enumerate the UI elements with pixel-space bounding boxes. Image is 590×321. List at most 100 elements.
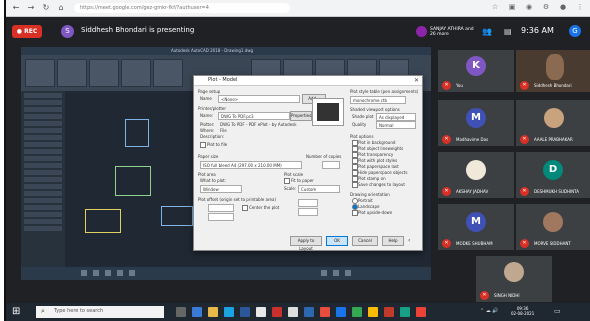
copies-input[interactable]: [322, 161, 340, 169]
participants-pill[interactable]: SANJAY ATHIRA and 26 more: [416, 26, 474, 37]
extension-icon[interactable]: ⚙: [542, 3, 550, 11]
avatar: K: [466, 56, 486, 76]
scale-value: Custom: [301, 187, 317, 192]
what-to-plot-value: Window: [203, 187, 219, 192]
search-icon: ⌕: [41, 307, 45, 315]
app-icon[interactable]: [256, 307, 266, 317]
ribbon-group[interactable]: [89, 59, 119, 87]
address-bar[interactable]: https://meet.google.com/gez-gmkr-fkf/?au…: [74, 3, 290, 13]
participant-tile[interactable]: ✕ AAALE PRABHAKAR: [516, 100, 590, 146]
reload-icon[interactable]: ↻: [41, 3, 51, 13]
offset-x-input[interactable]: [208, 204, 234, 212]
participant-tile[interactable]: M ✕ Madhavime Das: [438, 100, 514, 146]
bookmark-icon[interactable]: ☆: [491, 3, 499, 11]
home-icon[interactable]: ⌂: [56, 3, 66, 13]
ribbon-group[interactable]: [121, 59, 151, 87]
scale-units-input[interactable]: [298, 199, 318, 207]
participant-tile[interactable]: ✕ SINGH NIDHI: [476, 256, 552, 302]
app-icon[interactable]: [288, 307, 298, 317]
chrome-icon[interactable]: [368, 307, 378, 317]
avatar: D: [543, 160, 563, 180]
cancel-button[interactable]: Cancel: [352, 236, 378, 246]
extension-icon[interactable]: ◉: [525, 3, 533, 11]
task-view-icon[interactable]: [176, 307, 186, 317]
app-icon[interactable]: [224, 307, 234, 317]
app-icon[interactable]: [192, 307, 202, 317]
quality-select[interactable]: Normal: [376, 121, 416, 129]
help-button[interactable]: Help: [382, 236, 404, 246]
page-setup-label: Page setup: [198, 89, 221, 94]
shaded-viewport-label: Shaded viewport options: [350, 107, 400, 112]
avatar: [544, 108, 564, 128]
app-icon[interactable]: [240, 307, 250, 317]
app-icon[interactable]: [400, 307, 410, 317]
plot-to-file-checkbox[interactable]: [200, 142, 206, 148]
participant-tile[interactable]: ✕ MORVE SIDDHANT: [516, 204, 590, 250]
participant-tile[interactable]: ✕ Siddhesh Bhondari: [516, 50, 590, 92]
chat-icon[interactable]: ▤: [504, 27, 512, 36]
self-avatar[interactable]: G: [569, 25, 581, 37]
paper-size-select[interactable]: ISO full bleed A4 (297.00 x 210.00 MM): [200, 161, 302, 169]
option-label: Plot object lineweights: [358, 146, 404, 151]
people-icon[interactable]: 👥: [482, 27, 492, 36]
menu-icon[interactable]: ⋮: [576, 3, 584, 11]
app-icon[interactable]: [384, 307, 394, 317]
meeting-clock: 9:36 AM: [521, 26, 554, 35]
scale-units-input[interactable]: [298, 208, 318, 216]
collapse-icon[interactable]: ‹: [408, 237, 410, 244]
ribbon-group[interactable]: [153, 59, 183, 87]
center-plot-checkbox[interactable]: [242, 205, 248, 211]
page-setup-select[interactable]: <None>: [218, 95, 300, 103]
app-icon[interactable]: [416, 307, 426, 317]
app-icon[interactable]: [304, 307, 314, 317]
app-icon[interactable]: [336, 307, 346, 317]
extension-icon[interactable]: ▣: [508, 3, 516, 11]
apply-to-layout-button[interactable]: Apply to Layout: [290, 236, 322, 251]
taskbar-search[interactable]: ⌕ Type here to search: [36, 306, 164, 318]
what-to-plot-select[interactable]: Window: [200, 185, 242, 193]
properties-button[interactable]: Properties...: [290, 111, 315, 121]
forward-icon[interactable]: →: [26, 3, 36, 13]
back-icon[interactable]: ←: [11, 3, 21, 13]
ok-button[interactable]: OK: [326, 236, 348, 246]
mic-off-icon: ✕: [442, 81, 451, 90]
tray-clock[interactable]: 09:36 02-08-2021: [511, 306, 534, 316]
autocad-icon[interactable]: [272, 307, 282, 317]
shade-plot-select[interactable]: As displayed: [376, 113, 416, 121]
app-icon[interactable]: [352, 307, 362, 317]
tray-date: 02-08-2021: [511, 311, 535, 316]
notification-icon[interactable]: ▭: [554, 307, 561, 315]
participant-tile[interactable]: M ✕ MODKE SHUBHAM: [438, 204, 514, 250]
printer-select[interactable]: DWG To PDF.pc3: [218, 112, 290, 120]
cad-title-bar: Autodesk AutoCAD 2018 - Drawing1.dwg: [21, 47, 431, 55]
ribbon-group[interactable]: [57, 59, 87, 87]
plot-style-label: Plot style table (pen assignments): [350, 89, 419, 94]
scale-select[interactable]: Custom: [298, 185, 340, 193]
tray-icons[interactable]: ⌃ ☁ 🔊: [480, 308, 499, 314]
windows-start-icon[interactable]: ⊞: [12, 307, 22, 317]
plot-style-select[interactable]: monochrome.ctb: [350, 96, 406, 104]
copies-label: Number of copies: [306, 154, 342, 159]
participant-tile[interactable]: K ✕ You: [438, 50, 514, 92]
offset-y-input[interactable]: [208, 213, 234, 221]
participant-tile[interactable]: ✕ AKSHAY JADHAV: [438, 152, 514, 198]
file-explorer-icon[interactable]: [208, 307, 218, 317]
mic-off-icon: ✕: [442, 239, 451, 248]
cad-window-title: Autodesk AutoCAD 2018 - Drawing1.dwg: [171, 48, 254, 53]
drawing-plan: [115, 166, 151, 196]
fit-to-paper-checkbox[interactable]: [284, 178, 290, 184]
participant-tile[interactable]: D ✕ DESHMUKH SUDHINTA: [516, 152, 590, 198]
plot-area-label: Plot area: [198, 172, 216, 177]
profile-icon[interactable]: ●: [559, 3, 567, 11]
avatar: [466, 160, 486, 180]
avatar: [543, 212, 563, 232]
what-to-plot-label: What to plot:: [200, 178, 227, 183]
printer-value: DWG To PDF.pc3: [221, 114, 254, 119]
description-label: Description:: [200, 134, 225, 139]
mic-off-icon: ✕: [442, 187, 451, 196]
center-plot-label: Center the plot: [249, 205, 280, 210]
app-icon[interactable]: [320, 307, 330, 317]
ribbon-group[interactable]: [25, 59, 55, 87]
close-icon[interactable]: ✕: [414, 77, 419, 84]
option-label: Hide paperspace objects: [358, 170, 408, 175]
